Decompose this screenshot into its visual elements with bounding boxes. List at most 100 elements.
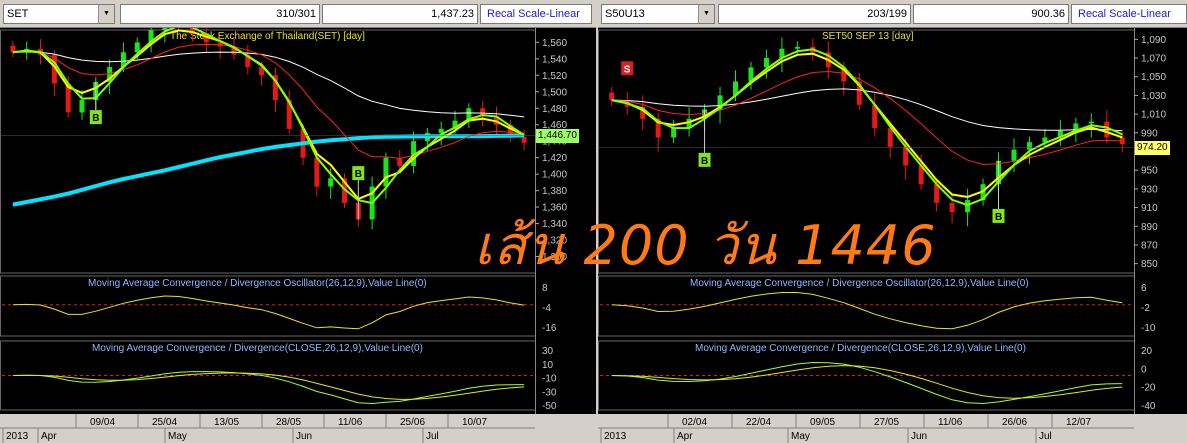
y-tick-label: 1,340 xyxy=(542,219,567,230)
y-tick-label: 1,090 xyxy=(1141,35,1166,46)
y-tick-label: 890 xyxy=(1141,222,1158,233)
chevron-down-icon[interactable]: ▼ xyxy=(698,5,714,23)
y-tick-label: 1,500 xyxy=(542,87,567,98)
y-tick-label: 850 xyxy=(1141,259,1158,270)
oscillator-title: Moving Average Convergence / Divergence … xyxy=(690,278,1029,289)
macd-tick-label: 20 xyxy=(1141,346,1153,357)
sell-marker-label: S xyxy=(624,64,631,75)
month-label: Jun xyxy=(911,431,927,442)
ma-long-line xyxy=(12,51,525,118)
candle-body xyxy=(79,100,85,113)
y-tick-label: 1,320 xyxy=(542,236,567,247)
bar-count-field: 203/199 xyxy=(718,4,911,24)
date-label: 02/04 xyxy=(682,417,707,428)
ma-fast2-line xyxy=(12,28,525,205)
recal-scale-button[interactable]: Recal Scale-Linear xyxy=(1071,4,1187,24)
macd-tick-label: 10 xyxy=(542,360,554,371)
candle-body xyxy=(1026,142,1032,150)
y-tick-label: 1,420 xyxy=(542,153,567,164)
ma-mid-line xyxy=(12,43,525,160)
symbol-select[interactable]: SET ▼ xyxy=(3,4,115,24)
osc-tick-label: 6 xyxy=(1141,283,1147,294)
chevron-down-icon[interactable]: ▼ xyxy=(98,5,114,23)
date-label: 22/04 xyxy=(746,417,771,428)
osc-tick-label: -16 xyxy=(542,323,557,334)
chart-title: SET50 SEP 13 [day] xyxy=(822,31,914,42)
buy-marker-label: B xyxy=(92,113,99,124)
y-tick-label: 1,540 xyxy=(542,54,567,65)
month-label: Apr xyxy=(677,431,693,442)
y-tick-label: 1,480 xyxy=(542,104,567,115)
month-label: Jul xyxy=(426,431,439,442)
y-tick-label: 870 xyxy=(1141,240,1158,251)
candle-body xyxy=(383,157,389,187)
symbol-select[interactable]: S50U13 ▼ xyxy=(601,4,715,24)
ma-mid-line xyxy=(611,70,1123,166)
candle-body xyxy=(328,178,334,187)
date-label: 11/06 xyxy=(338,417,363,428)
y-tick-label: 1,050 xyxy=(1141,72,1166,83)
macd-tick-label: -20 xyxy=(1141,383,1156,394)
date-label: 26/06 xyxy=(1002,417,1027,428)
chart-panel-s50u13[interactable]: S50U13 ▼ 203/199 900.36 Recal Scale-Line… xyxy=(598,0,1187,443)
y-tick-label: 1,400 xyxy=(542,170,567,181)
chart-title: The Stock Exchange of Thailand(SET) [day… xyxy=(170,31,365,42)
main-plot-frame xyxy=(0,29,536,274)
date-label: 25/06 xyxy=(400,417,425,428)
month-label: 2013 xyxy=(6,431,29,442)
date-label: 11/06 xyxy=(938,417,963,428)
y-tick-label: 1,070 xyxy=(1141,54,1166,65)
chart-canvas-set[interactable]: 1,5601,5401,5201,5001,4801,4601,4401,420… xyxy=(0,28,596,443)
symbol-value: SET xyxy=(7,8,29,20)
buy-marker-label: B xyxy=(995,212,1002,223)
date-label: 10/07 xyxy=(462,417,487,428)
oscillator-line xyxy=(12,295,525,330)
ema-200-line xyxy=(12,133,525,207)
recal-scale-button[interactable]: Recal Scale-Linear xyxy=(480,4,592,24)
macd-tick-label: 30 xyxy=(542,346,554,357)
chart-toolbar: S50U13 ▼ 203/199 900.36 Recal Scale-Line… xyxy=(598,0,1187,28)
buy-marker-label: B xyxy=(355,169,362,180)
y-tick-label: 910 xyxy=(1141,203,1158,214)
month-label: 2013 xyxy=(604,431,627,442)
date-label: 27/05 xyxy=(874,417,899,428)
date-label: 12/07 xyxy=(1066,417,1091,428)
candle-body xyxy=(134,42,140,53)
macd-title: Moving Average Convergence / Divergence(… xyxy=(695,343,1026,354)
osc-tick-label: -10 xyxy=(1141,323,1156,334)
y-tick-label: 930 xyxy=(1141,184,1158,195)
candle-body xyxy=(521,137,527,143)
oscillator-title: Moving Average Convergence / Divergence … xyxy=(88,278,427,289)
osc-tick-label: -2 xyxy=(1141,303,1150,314)
y-tick-label: 1,300 xyxy=(542,252,567,263)
symbol-value: S50U13 xyxy=(605,8,645,20)
macd-title: Moving Average Convergence / Divergence(… xyxy=(92,343,423,354)
chart-panel-set[interactable]: SET ▼ 310/301 1,437.23 Recal Scale-Linea… xyxy=(0,0,596,443)
month-label: May xyxy=(791,431,810,442)
candle-body xyxy=(609,92,615,101)
month-label: Apr xyxy=(41,431,57,442)
y-tick-label: 1,380 xyxy=(542,186,567,197)
candle-body xyxy=(314,157,320,187)
date-label: 28/05 xyxy=(276,417,301,428)
chart-canvas-s50u13[interactable]: 1,0901,0701,0501,0301,010990970950930910… xyxy=(598,28,1187,443)
candle-body xyxy=(965,200,971,213)
bar-count-field: 310/301 xyxy=(120,4,320,24)
candle-body xyxy=(1011,149,1017,161)
date-label: 09/05 xyxy=(810,417,835,428)
date-label: 13/05 xyxy=(214,417,239,428)
macd-line xyxy=(611,361,1123,405)
candle-body xyxy=(887,128,893,147)
month-label: May xyxy=(168,431,187,442)
y-tick-label: 950 xyxy=(1141,166,1158,177)
month-label: Jul xyxy=(1039,431,1052,442)
buy-marker-label: B xyxy=(701,156,708,167)
y-tick-label: 1,360 xyxy=(542,203,567,214)
price-tag: 1,446.70 xyxy=(536,128,579,143)
macd-tick-label: -30 xyxy=(542,387,557,398)
macd-tick-label: -10 xyxy=(542,374,557,385)
chart-toolbar: SET ▼ 310/301 1,437.23 Recal Scale-Linea… xyxy=(0,0,596,28)
candle-body xyxy=(763,58,769,68)
candle-body xyxy=(794,46,800,49)
date-label: 25/04 xyxy=(152,417,177,428)
